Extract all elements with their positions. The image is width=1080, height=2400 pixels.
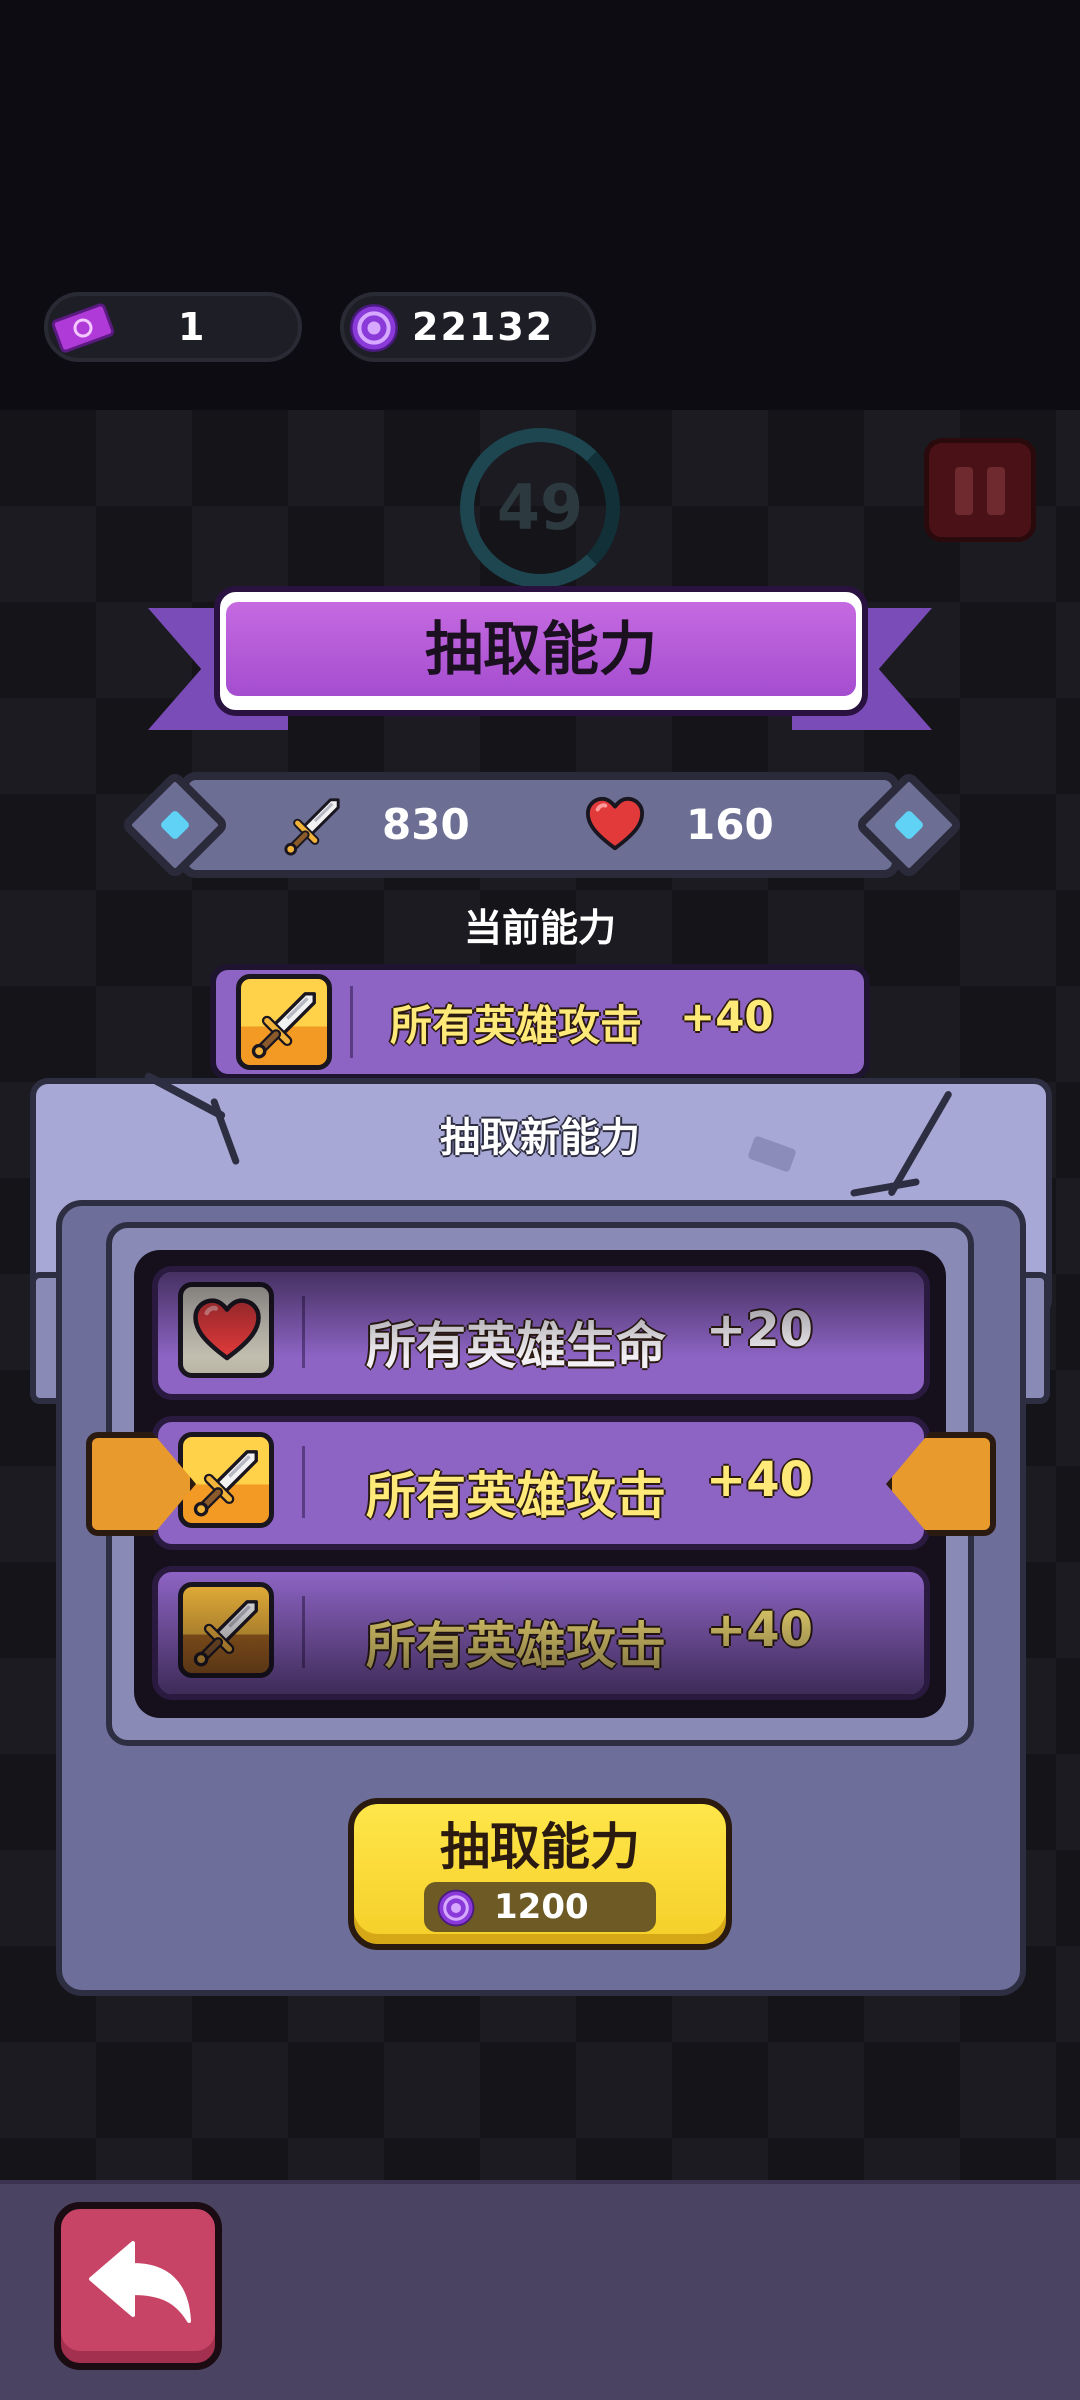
ability-icon-box bbox=[236, 974, 332, 1070]
heart-icon bbox=[582, 794, 648, 856]
ability-icon-box bbox=[178, 1582, 274, 1678]
ticket-counter: 1 bbox=[44, 292, 302, 362]
ability-option: 所有英雄生命 +20 bbox=[152, 1266, 930, 1400]
draw-cost: 1200 bbox=[494, 1887, 589, 1927]
option-value: +20 bbox=[706, 1302, 814, 1358]
option-name: 所有英雄生命 bbox=[366, 1317, 666, 1375]
ability-icon-box bbox=[178, 1282, 274, 1378]
option-value: +40 bbox=[706, 1602, 814, 1658]
current-ability-card: 所有英雄攻击 +40 bbox=[210, 964, 870, 1080]
orb-count: 22132 bbox=[412, 305, 555, 349]
ticket-icon bbox=[51, 303, 115, 353]
health-stat: 160 bbox=[686, 800, 774, 849]
ability-option-selected: 所有英雄攻击 +40 bbox=[152, 1416, 930, 1550]
draw-button-label: 抽取能力 bbox=[440, 1818, 640, 1876]
timer-value: 49 bbox=[496, 471, 584, 544]
pause-icon bbox=[955, 467, 973, 515]
current-ability-label: 当前能力 bbox=[463, 906, 616, 950]
page-title: 抽取能力 bbox=[424, 615, 657, 683]
current-ability-name: 所有英雄攻击 bbox=[390, 1001, 643, 1050]
heart-icon bbox=[191, 1295, 263, 1367]
option-value: +40 bbox=[706, 1452, 814, 1508]
pause-button[interactable] bbox=[924, 438, 1036, 542]
sword-icon bbox=[282, 794, 344, 856]
current-ability-value: +40 bbox=[680, 992, 774, 1041]
ticket-count: 1 bbox=[178, 305, 207, 349]
back-arrow-icon bbox=[89, 2241, 191, 2323]
orb-counter: 22132 bbox=[340, 292, 596, 362]
orb-icon bbox=[348, 302, 400, 354]
attack-stat: 830 bbox=[382, 800, 470, 849]
sword-icon bbox=[191, 1445, 263, 1517]
back-button[interactable] bbox=[54, 2202, 222, 2370]
option-name: 所有英雄攻击 bbox=[366, 1617, 666, 1675]
option-name: 所有英雄攻击 bbox=[366, 1467, 666, 1525]
ability-option: 所有英雄攻击 +40 bbox=[152, 1566, 930, 1700]
orb-icon bbox=[436, 1888, 476, 1928]
sword-icon bbox=[249, 987, 321, 1059]
draw-panel-title: 抽取新能力 bbox=[440, 1115, 640, 1161]
sword-icon bbox=[191, 1595, 263, 1667]
